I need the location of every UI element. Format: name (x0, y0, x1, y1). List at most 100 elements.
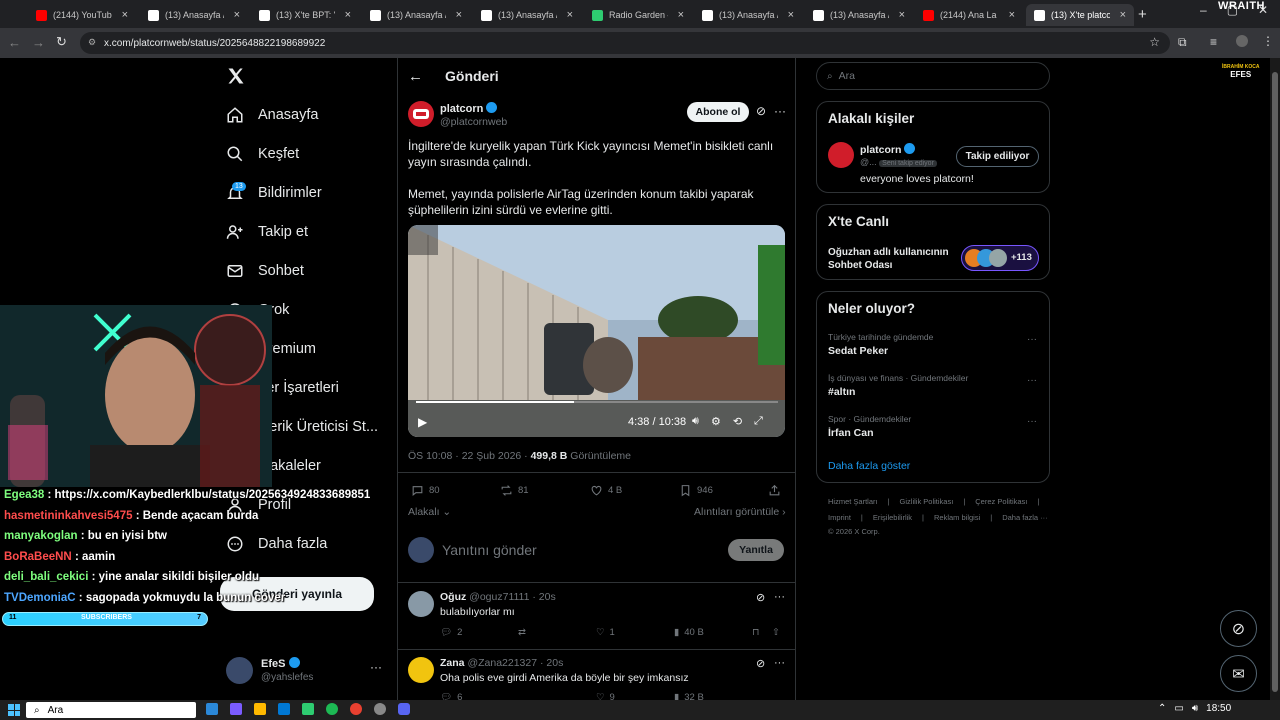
footer-link[interactable]: Erişilebilirlik (873, 513, 912, 522)
app-icon[interactable] (230, 703, 242, 715)
browser-tab[interactable]: (2144) YouTube × (28, 4, 136, 26)
grok-icon[interactable]: ⊘ (756, 104, 766, 118)
live-participants[interactable]: +113 (961, 245, 1039, 271)
new-tab-button[interactable]: + (1138, 6, 1147, 23)
settings-icon[interactable]: ⚙ (711, 415, 721, 428)
volume-icon[interactable]: 🔊︎ (692, 415, 699, 428)
loop-icon[interactable]: ⟲ (733, 415, 742, 428)
related-name[interactable]: platcorn (860, 143, 916, 156)
video-controls[interactable]: 🔊︎ ⚙ ⟲ ⤢ (692, 415, 763, 428)
relevant-sort[interactable]: Alakalı ⌄ (408, 506, 451, 518)
nav-item-home[interactable]: Anasayfa (226, 106, 318, 124)
star-icon[interactable]: ☆ (1149, 35, 1160, 49)
nav-item-mail[interactable]: Sohbet (226, 262, 304, 280)
folder-icon[interactable] (254, 703, 266, 715)
reply-input[interactable]: Yanıtını gönder (442, 542, 537, 558)
subscribe-button[interactable]: Abone ol (687, 102, 749, 122)
x-logo-icon[interactable] (226, 66, 246, 86)
reply-repost[interactable]: ⇄ (518, 627, 526, 638)
live-room-text[interactable]: Oğuzhan adlı kullanıcının Sohbet Odası (828, 246, 958, 272)
show-more-link[interactable]: Daha fazla göster (828, 460, 910, 472)
browser-tab[interactable]: Radio Garden – E... × (584, 4, 692, 26)
reply-grok-icon[interactable]: ⊘ (756, 657, 765, 670)
video-player[interactable]: ▶ 4:38 / 10:38 🔊︎ ⚙ ⟲ ⤢ (408, 225, 785, 437)
app-icon[interactable] (206, 703, 218, 715)
browser-tab[interactable]: (2144) Ana La Hal... × (915, 4, 1023, 26)
browser-tab[interactable]: (13) X'te platcorn... × (1026, 4, 1134, 26)
reply-avatar[interactable] (408, 591, 434, 617)
author-name[interactable]: platcorn (440, 102, 498, 115)
trend-name[interactable]: Sedat Peker (828, 345, 888, 357)
forward-icon[interactable]: → (32, 35, 45, 50)
reply-button[interactable]: Yanıtla (728, 539, 784, 561)
discord-icon[interactable] (398, 703, 410, 715)
close-tab-icon[interactable]: × (345, 9, 351, 21)
close-tab-icon[interactable]: × (1120, 9, 1126, 21)
back-icon[interactable]: ← (8, 35, 21, 50)
reply-more-icon[interactable]: ··· (774, 591, 785, 603)
reload-icon[interactable]: ↻ (56, 34, 67, 50)
grok-float-icon[interactable]: ⊘ (1220, 610, 1257, 647)
reply-views[interactable]: ▮ 40 B (674, 627, 704, 638)
reply-replies[interactable]: 💬︎ 2 (440, 627, 462, 638)
browser-tab[interactable]: (13) Anasayfa / X × (805, 4, 913, 26)
play-icon[interactable]: ▶ (418, 415, 427, 429)
browser-tab[interactable]: (13) Anasayfa / X × (694, 4, 802, 26)
trend-name[interactable]: İrfan Can (828, 427, 874, 439)
close-tab-icon[interactable]: × (1009, 9, 1015, 21)
reply-grok-icon[interactable]: ⊘ (756, 591, 765, 604)
close-tab-icon[interactable]: × (788, 9, 794, 21)
repost-action[interactable]: 81 (500, 484, 529, 497)
footer-link[interactable]: Imprint (828, 513, 851, 522)
account-more-icon[interactable]: ··· (370, 660, 382, 674)
bookmark-action[interactable]: 946 (679, 484, 713, 497)
trend-more-icon[interactable]: ··· (1027, 375, 1037, 386)
reply-like[interactable]: ♡ 1 (596, 627, 615, 638)
reply-bookmark[interactable]: ⊓ (752, 627, 759, 638)
footer-link[interactable]: Çerez Politikası (975, 497, 1027, 506)
reply-avatar[interactable] (408, 657, 434, 683)
view-quotes-link[interactable]: Alıntıları görüntüle › (694, 506, 786, 518)
extensions-icon[interactable]: ⧉ (1178, 35, 1187, 50)
back-arrow-icon[interactable]: ← (408, 68, 423, 85)
close-tab-icon[interactable]: × (899, 9, 905, 21)
footer-link[interactable]: Daha fazla ··· (1002, 513, 1047, 522)
browser-tab[interactable]: (13) Anasayfa / X × (362, 4, 470, 26)
close-tab-icon[interactable]: × (567, 9, 573, 21)
author-avatar[interactable] (408, 101, 434, 127)
footer-link[interactable]: Gizlilik Politikası (900, 497, 954, 506)
footer-link[interactable]: Hizmet Şartları (828, 497, 878, 506)
site-info-icon[interactable]: ⚙ (88, 37, 96, 48)
browser-tab[interactable]: (13) Anasayfa / X × (473, 4, 581, 26)
reply-share[interactable]: ⇧ (772, 627, 780, 638)
kebab-menu-icon[interactable]: ⋮ (1262, 34, 1274, 48)
share-action[interactable] (768, 484, 781, 497)
search-input[interactable]: ⌕ Ara (816, 62, 1050, 90)
app-icon[interactable] (302, 703, 314, 715)
post-more-icon[interactable]: ··· (774, 104, 786, 118)
app-icon[interactable] (278, 703, 290, 715)
account-avatar[interactable] (226, 657, 253, 684)
nav-item-follow[interactable]: Takip et (226, 223, 308, 241)
close-tab-icon[interactable]: × (234, 9, 240, 21)
url-bar[interactable]: ⚙ x.com/platcornweb/status/2025648822198… (80, 32, 1170, 54)
spotify-icon[interactable] (326, 703, 338, 715)
profile-avatar-icon[interactable] (1236, 35, 1248, 47)
reply-more-icon[interactable]: ··· (774, 657, 785, 669)
close-tab-icon[interactable]: × (678, 9, 684, 21)
trend-more-icon[interactable]: ··· (1027, 416, 1037, 427)
nav-item-search[interactable]: Keşfet (226, 145, 299, 163)
fullscreen-icon[interactable]: ⤢ (754, 415, 763, 428)
close-tab-icon[interactable]: × (456, 9, 462, 21)
trend-name[interactable]: #altın (828, 386, 855, 398)
like-action[interactable]: 4 B (590, 484, 622, 497)
scrollbar-track[interactable] (1270, 58, 1280, 700)
trend-more-icon[interactable]: ··· (1027, 334, 1037, 345)
close-tab-icon[interactable]: × (122, 9, 128, 21)
system-tray[interactable]: ⌃ ▭ 🔊︎ 18:50 (1158, 703, 1231, 714)
taskbar-search[interactable]: ⌕ Ara (26, 702, 196, 718)
chrome-icon[interactable] (350, 703, 362, 715)
messages-float-icon[interactable]: ✉ (1220, 655, 1257, 692)
video-progress-track[interactable] (416, 401, 778, 403)
nav-item-more[interactable]: Daha fazla (226, 535, 327, 553)
